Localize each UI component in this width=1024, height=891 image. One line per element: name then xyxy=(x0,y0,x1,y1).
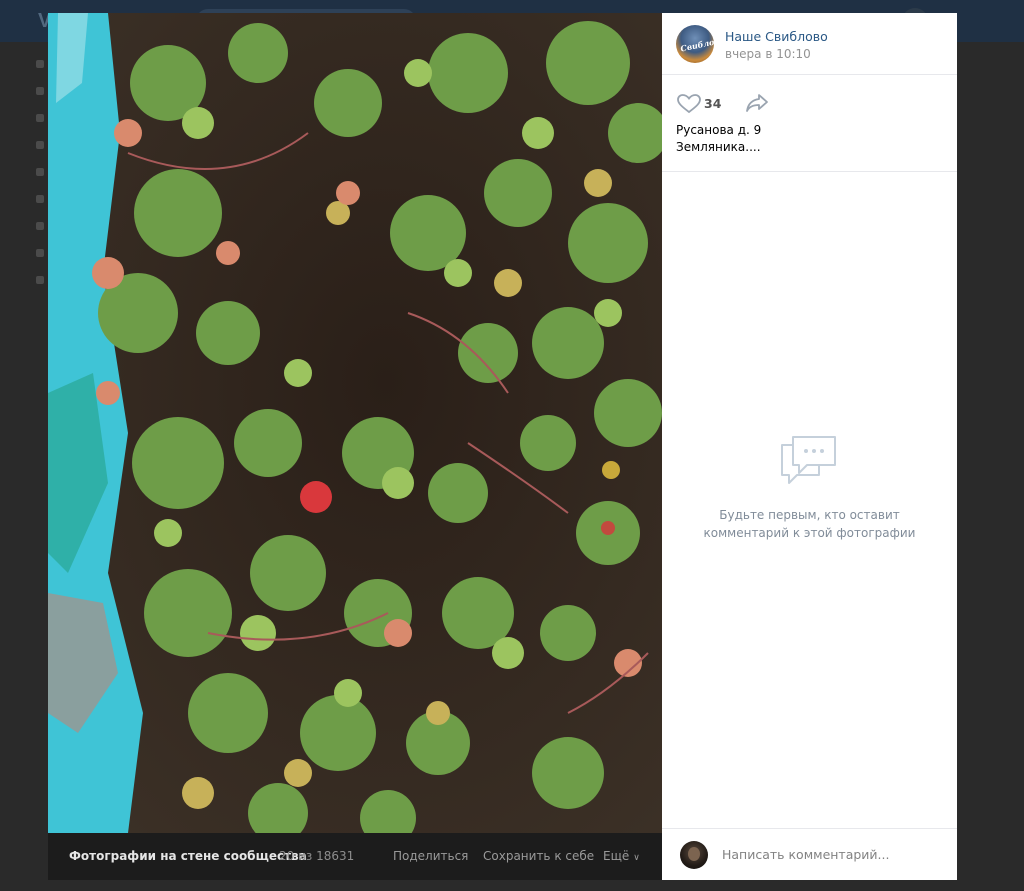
empty-comments-text: Будьте первым, кто оставит комментарий к… xyxy=(692,506,927,542)
share-photo-button[interactable]: Поделиться xyxy=(393,849,468,863)
photo-sidebar: Свиблово Наше Свиблово вчера в 10:10 34 … xyxy=(662,13,957,880)
photo-description: Русанова д. 9 Земляника.... xyxy=(676,122,761,156)
heart-icon xyxy=(677,94,701,114)
description-line: Земляника.... xyxy=(676,140,761,154)
more-button[interactable]: Ещё ∨ xyxy=(603,849,640,863)
more-label: Ещё xyxy=(603,849,630,863)
comment-input[interactable]: Написать комментарий... xyxy=(722,847,889,862)
empty-comments-line: комментарий к этой фотографии xyxy=(703,526,916,540)
strawberry-plant-photo xyxy=(48,13,662,833)
post-actions: 34 Русанова д. 9 Земляника.... xyxy=(662,75,957,172)
share-icon xyxy=(746,94,768,112)
description-line: Русанова д. 9 xyxy=(676,123,762,137)
save-photo-button[interactable]: Сохранить к себе xyxy=(483,849,594,863)
share-button[interactable] xyxy=(745,93,769,117)
avatar-text: Свиблово xyxy=(679,34,714,54)
album-title[interactable]: Фотографии на стене сообщества xyxy=(69,849,307,863)
user-avatar xyxy=(680,841,708,869)
like-button[interactable]: 34 xyxy=(677,94,737,114)
photo-toolbar: Фотографии на стене сообщества 20 из 186… xyxy=(48,833,662,880)
community-name-link[interactable]: Наше Свиблово xyxy=(725,29,828,44)
comments-icon xyxy=(781,436,836,484)
like-count: 34 xyxy=(704,96,722,111)
photo-counter: 20 из 18631 xyxy=(279,849,355,863)
post-header: Свиблово Наше Свиблово вчера в 10:10 xyxy=(662,13,957,75)
chevron-down-icon: ∨ xyxy=(633,853,640,863)
post-time[interactable]: вчера в 10:10 xyxy=(725,47,811,61)
left-menu-dimmed xyxy=(36,60,46,620)
comment-composer: Написать комментарий... xyxy=(662,828,957,881)
photo[interactable] xyxy=(48,13,662,833)
community-avatar[interactable]: Свиблово xyxy=(676,25,714,63)
empty-comments-line: Будьте первым, кто оставит xyxy=(719,508,900,522)
